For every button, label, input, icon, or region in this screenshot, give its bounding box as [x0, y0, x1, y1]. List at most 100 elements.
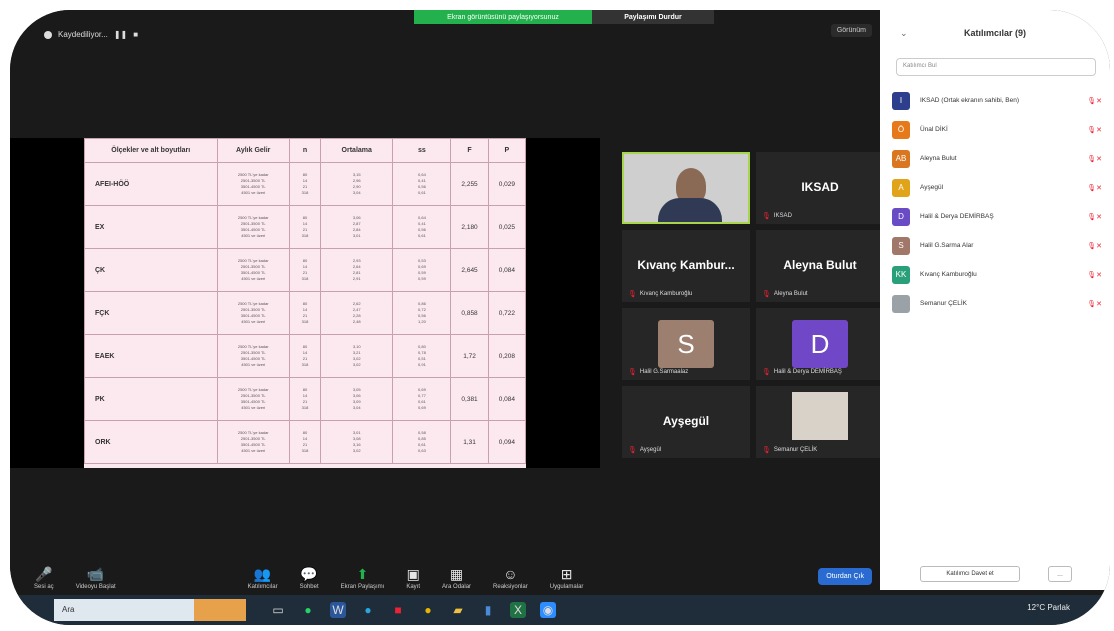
share-banner: Ekran görüntüsünü paylaşıyorsunuz Paylaş… [414, 10, 714, 24]
tile-name: Ayşegül [662, 414, 710, 428]
participant-row[interactable]: Semanur ÇELİK 🎙✕ [892, 289, 1102, 318]
table-cell-sd: 0,64 0,41 0,56 0,61 [392, 205, 452, 249]
taskview-icon[interactable]: ▭ [270, 602, 286, 618]
participants-panel: ⌄ Katılımcılar (9) Katılımcı Bul I IKSAD … [880, 10, 1110, 590]
tile-name: IKSAD [801, 180, 839, 194]
mic-muted-icon: 🎙✕ [1087, 300, 1102, 308]
screenshot-frame: Ekran görüntüsünü paylaşıyorsunuz Paylaş… [0, 0, 1114, 631]
excel-icon[interactable]: X [510, 602, 526, 618]
participant-row[interactable]: KK Kıvanç Kamburoğlu 🎙✕ [892, 260, 1102, 289]
tile-label: 🎙 Kıvanç Kamburoğlu [628, 290, 692, 298]
taskbar-search-input[interactable]: Ara [54, 599, 194, 621]
table-header: ss [392, 138, 452, 163]
participant-tile[interactable]: S 🎙 Halil G.Sarmaalaz [622, 308, 750, 380]
participant-tile[interactable]: Kıvanç Kambur... 🎙 Kıvanç Kamburoğlu [622, 230, 750, 302]
table-cell-sd: 0,58 0,85 0,61 0,63 [392, 420, 452, 464]
table-cell-f: 1,72 [450, 334, 489, 378]
toolbar-label: Kayıt [406, 584, 421, 590]
mic-icon: 🎤 [35, 566, 53, 582]
toolbar-cc-button[interactable]: ▣ Kayıt [406, 566, 420, 590]
toolbar-chat-button[interactable]: 💬 Sohbet [300, 566, 319, 590]
pause-icon[interactable]: ❚❚ [114, 30, 127, 39]
participant-row[interactable]: S Halil G.Sarma Alar 🎙✕ [892, 231, 1102, 260]
folder-icon[interactable]: ▰ [450, 602, 466, 618]
table-cell-f: 1,31 [450, 420, 489, 464]
profile-photo [792, 392, 848, 440]
video-icon: 📹 [86, 566, 105, 582]
toolbar-label: Ara Odalar [442, 584, 472, 590]
table-cell-n: 80 14 21 318 [288, 291, 322, 335]
taskbar: Ara ▭ ● W ● ■ ● ▰ ▮ X ◉ 12°C Parlak [10, 595, 1110, 625]
telegram-icon[interactable]: ● [360, 602, 376, 618]
table-cell-income: 2500 TL'ye kadar 2501-3500 TL 3501-4500 TL… [216, 334, 290, 378]
participant-name: Halil & Derya DEMİRBAŞ [920, 213, 994, 220]
table-row: ORK 2500 TL'ye kadar 2501-3500 TL 3501-4500… [84, 420, 527, 464]
document-icon[interactable]: ▮ [480, 602, 496, 618]
stop-icon[interactable]: ■ [133, 30, 138, 39]
participant-list: I IKSAD (Ortak ekranın sahibi, Ben) 🎙✕ Ö Üna… [892, 86, 1102, 318]
participant-tile[interactable]: Ayşegül 🎙 Ayşegül [622, 386, 750, 458]
participant-tile[interactable]: 🎙 Semanur ÇELİK [756, 386, 884, 458]
toolbar-apps-button[interactable]: ⊞ Uygulamalar [550, 566, 584, 590]
table-cell-f: 0,381 [450, 377, 489, 421]
participant-row[interactable]: I IKSAD (Ortak ekranın sahibi, Ben) 🎙✕ [892, 86, 1102, 115]
participant-tile[interactable]: D 🎙 Halil & Derya DEMİRBAŞ [756, 308, 884, 380]
toolbar-video-button[interactable]: 📹 Videoyu Başlat [76, 566, 116, 590]
toolbar-breakout-button[interactable]: ▦ Ara Odalar [442, 566, 471, 590]
participant-name: Halil G.Sarma Alar [920, 242, 974, 249]
table-cell-income: 2500 TL'ye kadar 2501-3500 TL 3501-4500 TL… [216, 291, 290, 335]
table-cell-factor: EX [84, 205, 218, 249]
table-cell-sd: 0,86 0,72 0,56 1,20 [392, 291, 452, 335]
zoom-icon[interactable]: ◉ [540, 602, 556, 618]
apps-icon: ⊞ [560, 566, 573, 582]
participant-row[interactable]: Ö Ünal DİKİ 🎙✕ [892, 115, 1102, 144]
toolbar-participants-button[interactable]: 👥 Katılımcılar [248, 566, 278, 590]
mic-muted-icon: 🎙 [762, 213, 771, 220]
table-cell-mean: 2,62 2,47 2,28 2,48 [319, 291, 394, 335]
table-row: EAEK 2500 TL'ye kadar 2501-3500 TL 3501-450… [84, 334, 527, 378]
avatar: S [892, 236, 910, 255]
whatsapp-icon[interactable]: ● [300, 602, 316, 618]
tile-label: 🎙 Semanur ÇELİK [762, 446, 817, 454]
participant-search-input[interactable]: Katılımcı Bul [896, 58, 1096, 76]
table-cell-income: 2500 TL'ye kadar 2501-3500 TL 3501-4500 TL… [216, 248, 290, 292]
toolbar-share-screen-button[interactable]: ⬆ Ekran Paylaşımı [341, 566, 385, 590]
participant-name: Aleyna Bulut [920, 155, 957, 162]
table-cell-n: 80 14 21 318 [288, 377, 322, 421]
view-button[interactable]: Görünüm [830, 24, 872, 37]
table-header-row: Ölçekler ve alt boyutları Aylık Gelir n … [84, 138, 527, 163]
invite-button[interactable]: Katılımcı Davet et [920, 566, 1020, 582]
table-cell-factor: AFEI-HÖÖ [84, 162, 218, 206]
stop-share-button[interactable]: Paylaşımı Durdur [592, 10, 714, 24]
participant-name: IKSAD (Ortak ekranın sahibi, Ben) [920, 97, 1019, 104]
table-cell-mean: 3,01 3,08 3,16 3,02 [319, 420, 394, 464]
toolbar-mic-button[interactable]: 🎤 Sesi aç [34, 566, 54, 590]
avatar: S [658, 320, 714, 368]
avatar: KK [892, 265, 910, 284]
toolbar-label: Videoyu Başlat [75, 584, 116, 590]
table-cell-f: 2,180 [450, 205, 489, 249]
more-options-button[interactable]: ... [1048, 566, 1072, 582]
toolbar-reactions-button[interactable]: ☺ Reaksiyonlar [493, 566, 528, 590]
participant-row[interactable]: D Halil & Derya DEMİRBAŞ 🎙✕ [892, 202, 1102, 231]
mic-muted-icon: 🎙✕ [1087, 213, 1102, 221]
table-cell-mean: 3,05 3,06 3,09 3,04 [319, 377, 394, 421]
participant-tile[interactable]: Aleyna Bulut 🎙 Aleyna Bulut [756, 230, 884, 302]
mic-muted-icon: 🎙 [762, 291, 771, 298]
toolbar-label: Sohbet [299, 584, 319, 590]
participant-name: Kıvanç Kamburoğlu [920, 271, 977, 278]
word-icon[interactable]: W [330, 602, 346, 618]
chrome-icon[interactable]: ● [420, 602, 436, 618]
avatar: AB [892, 149, 910, 168]
table-cell-factor: FÇK [84, 291, 218, 335]
end-meeting-button[interactable]: Oturdan Çık [818, 568, 872, 585]
mic-muted-icon: 🎙✕ [1087, 271, 1102, 279]
participant-tile[interactable]: IKSAD 🎙 IKSAD [756, 152, 884, 224]
participant-tile[interactable] [622, 152, 750, 224]
table-cell-sd: 0,64 0,41 0,56 0,61 [392, 162, 452, 206]
participant-row[interactable]: A Ayşegül 🎙✕ [892, 173, 1102, 202]
tile-label: 🎙 IKSAD [762, 212, 792, 220]
participant-row[interactable]: AB Aleyna Bulut 🎙✕ [892, 144, 1102, 173]
system-tray: 12°C Parlak [1027, 603, 1070, 612]
pdf-icon[interactable]: ■ [390, 602, 406, 618]
